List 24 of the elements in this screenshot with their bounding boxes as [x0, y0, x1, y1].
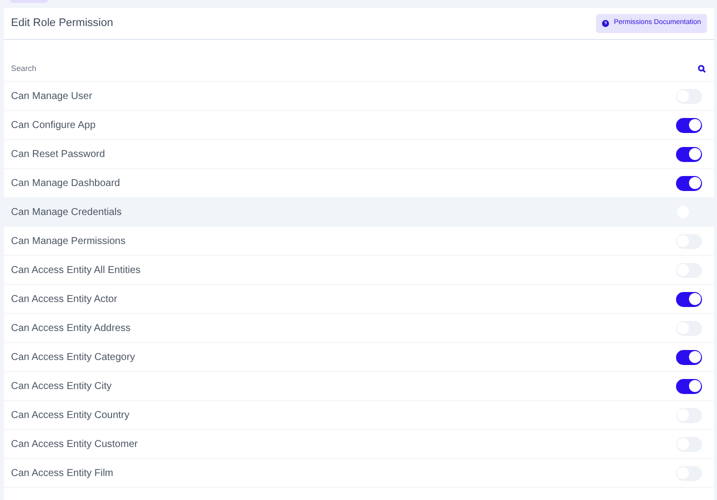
help-icon	[602, 20, 609, 27]
permission-toggle[interactable]	[676, 378, 702, 394]
permission-label: Can Access Entity Customer	[11, 438, 138, 452]
permission-label: Can Access Entity Country	[11, 408, 130, 422]
permission-label: Can Access Entity Actor	[11, 292, 118, 306]
permission-label: Can Manage Permissions	[11, 234, 126, 248]
permission-label: Can Access Entity Category	[11, 350, 135, 364]
permission-label: Can Access Entity Film	[11, 466, 114, 480]
permission-label: Can Configure App	[11, 118, 96, 132]
permission-toggle[interactable]	[676, 118, 702, 132]
permission-label: Can Access Entity Address	[11, 322, 131, 336]
permission-label: Can Manage Credentials	[11, 206, 122, 220]
page-title: Edit Role Permission	[11, 16, 114, 32]
search-field[interactable]: Search	[11, 63, 611, 75]
search-icon	[698, 65, 706, 73]
permission-label: Can Manage User	[11, 90, 92, 104]
permission-toggle[interactable]	[676, 146, 702, 162]
permission-label: Can Access Entity City	[11, 380, 112, 394]
permission-toggle[interactable]	[676, 176, 702, 190]
permission-toggle[interactable]	[676, 292, 702, 306]
permission-label: Can Reset Password	[11, 148, 105, 162]
permission-label: Can Access Entity All Entities	[11, 264, 141, 278]
permission-toggle[interactable]	[676, 350, 702, 364]
permission-label: Can Manage Dashboard	[11, 176, 120, 190]
